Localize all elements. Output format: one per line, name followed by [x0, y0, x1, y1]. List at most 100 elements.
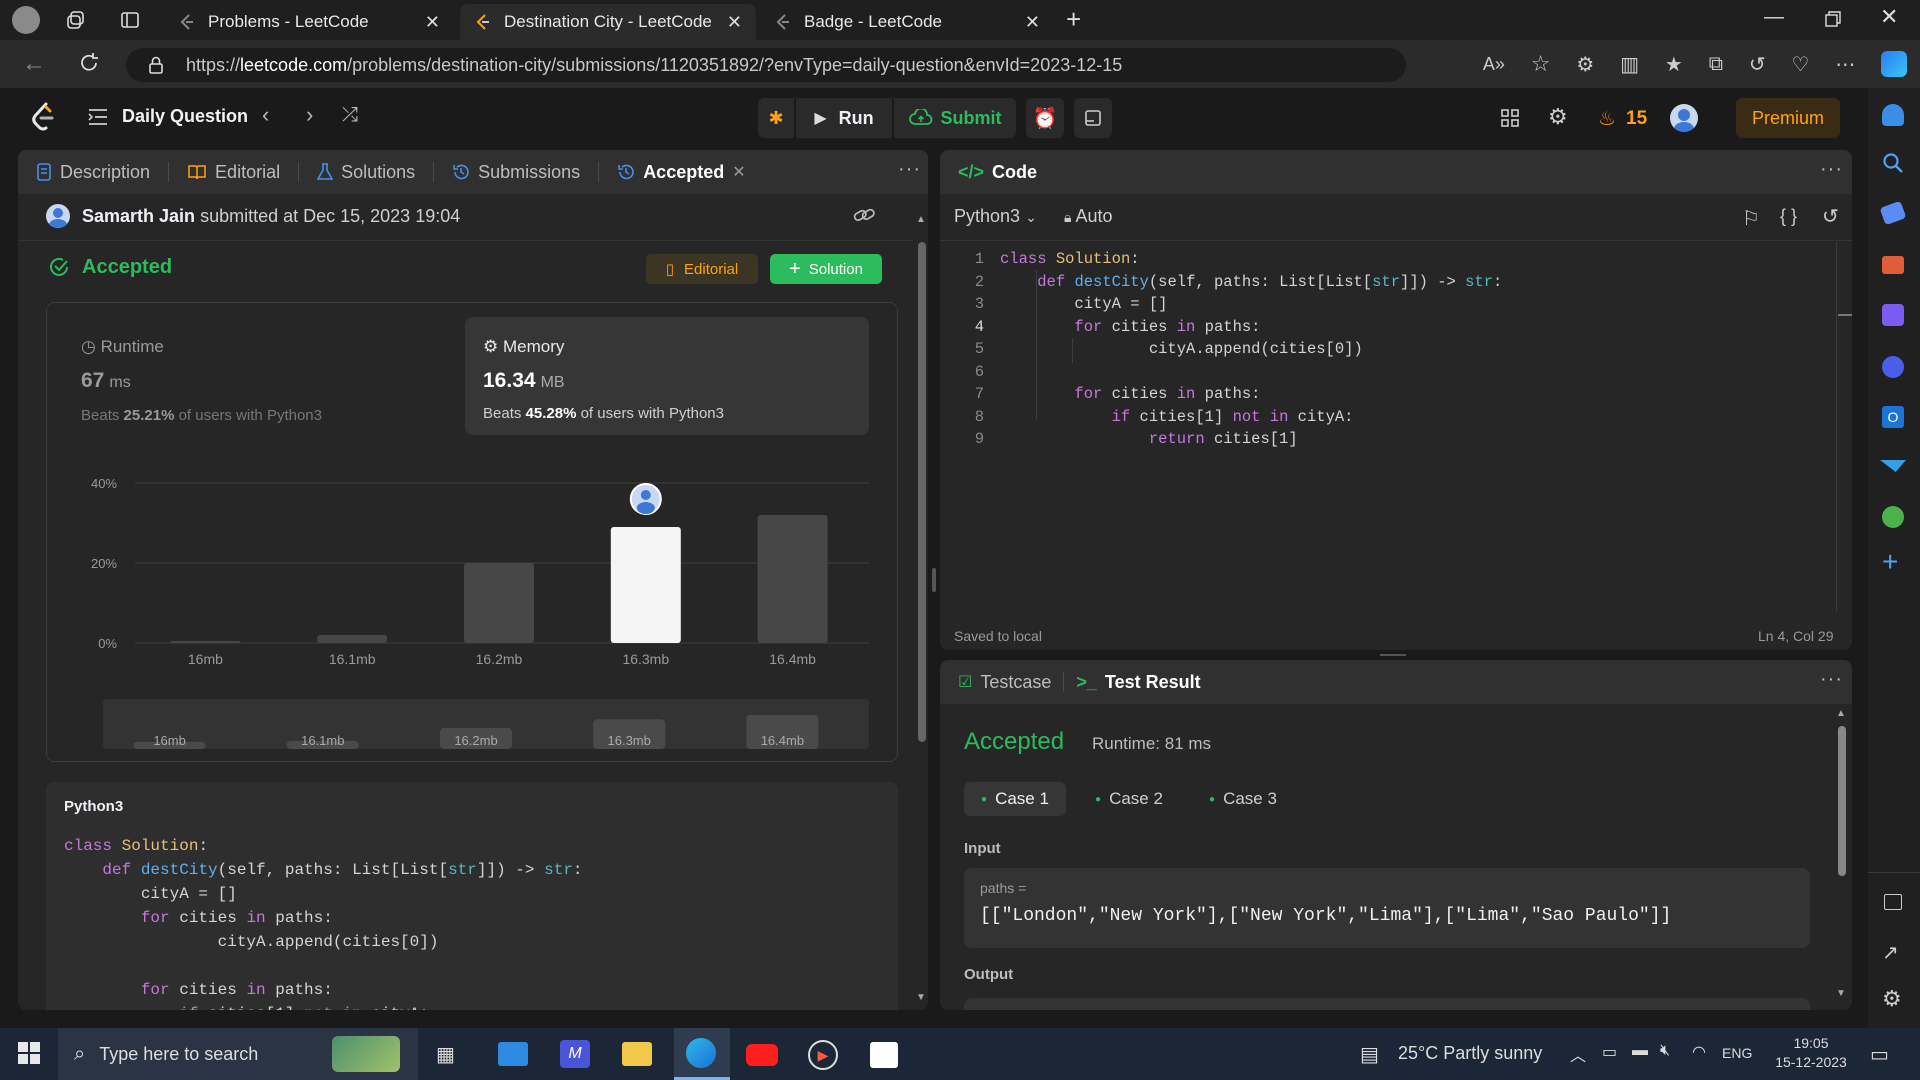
drop-icon[interactable]	[1882, 506, 1904, 528]
tray-overflow-icon[interactable]: ︿	[1570, 1042, 1586, 1066]
youtube-icon[interactable]	[746, 1044, 778, 1066]
edge-taskbar-button[interactable]	[674, 1028, 730, 1080]
layout-grid-icon[interactable]	[1500, 108, 1520, 128]
bookmark-icon[interactable]: ⚐	[1742, 206, 1760, 231]
chart-bar[interactable]	[170, 641, 241, 643]
weather-icon[interactable]: ▤	[1360, 1042, 1379, 1067]
streak-flame-icon[interactable]: ♨	[1598, 106, 1616, 131]
taskbar-search-box[interactable]: ⌕ Type here to search	[58, 1028, 418, 1080]
chart-bar[interactable]	[610, 527, 681, 643]
browser-tab-destination-city[interactable]: Destination City - LeetCode ✕	[460, 4, 756, 40]
test-panel-scrollbar[interactable]: ▲ ▼	[1834, 708, 1848, 1004]
settings-gear-icon[interactable]: ⚙	[1548, 104, 1568, 130]
timer-button[interactable]: ⏰	[1026, 98, 1064, 138]
debug-button[interactable]: ✱	[758, 98, 794, 138]
microsoft-365-icon[interactable]	[1882, 356, 1904, 378]
profile-avatar-icon[interactable]	[12, 6, 40, 34]
search-icon[interactable]	[1882, 152, 1904, 174]
shopping-tag-icon[interactable]	[1879, 200, 1907, 226]
case-tab-3[interactable]: ● Case 3	[1192, 782, 1294, 816]
submitter-avatar[interactable]	[46, 204, 70, 228]
problem-list-icon[interactable]	[88, 108, 108, 126]
open-external-icon[interactable]: ↗	[1882, 940, 1899, 965]
notes-button[interactable]	[1074, 98, 1112, 138]
streak-count[interactable]: 15	[1626, 108, 1647, 130]
windows-start-icon[interactable]	[18, 1042, 40, 1064]
restore-icon[interactable]	[1824, 10, 1842, 28]
post-solution-button[interactable]: + Solution	[770, 254, 882, 284]
case-tab-1[interactable]: ● Case 1	[964, 782, 1066, 816]
leetcode-logo-icon[interactable]	[30, 102, 56, 132]
math-app-icon[interactable]: M	[560, 1040, 590, 1068]
wifi-icon[interactable]: ◠	[1692, 1042, 1706, 1062]
test-panel-more-icon[interactable]: ···	[1820, 668, 1843, 691]
browser-tab-badge[interactable]: Badge - LeetCode ✕	[760, 4, 1054, 40]
close-window-icon[interactable]: ✕	[1880, 4, 1898, 30]
tab-solutions[interactable]: Solutions	[317, 162, 415, 183]
runtime-stat[interactable]: ◷ Runtime 67 ms Beats 25.21% of users wi…	[47, 303, 447, 433]
case-tab-2[interactable]: ● Case 2	[1078, 782, 1180, 816]
tab-editorial[interactable]: Editorial	[187, 162, 280, 183]
panel-more-icon[interactable]: ···	[898, 158, 921, 181]
left-panel-scrollbar[interactable]: ▲ ▼	[914, 194, 928, 1010]
vertical-resize-handle[interactable]	[1380, 654, 1406, 656]
workspaces-icon[interactable]	[66, 10, 86, 30]
chart-bar[interactable]	[317, 635, 388, 643]
editorial-button[interactable]: ▯ Editorial	[646, 254, 758, 284]
games-icon[interactable]	[1882, 304, 1904, 326]
lock-icon[interactable]	[148, 56, 164, 74]
notifications-icon[interactable]: ▭	[1870, 1042, 1889, 1067]
reset-code-icon[interactable]: ↺	[1822, 204, 1839, 229]
user-avatar[interactable]	[1670, 104, 1698, 132]
browser-essentials-icon[interactable]: ♡	[1791, 52, 1809, 77]
copilot-icon[interactable]	[1881, 51, 1908, 77]
send-icon[interactable]	[1880, 460, 1906, 472]
file-explorer-icon[interactable]	[622, 1042, 652, 1066]
store-icon[interactable]	[870, 1042, 898, 1068]
tab-submissions[interactable]: Submissions	[452, 162, 580, 183]
notification-bell-icon[interactable]	[1882, 104, 1904, 126]
tab-code[interactable]: </> Code	[958, 162, 1037, 183]
split-screen-icon[interactable]: ▥	[1620, 52, 1639, 77]
input-box[interactable]: paths = [["London","New York"],["New Yor…	[964, 868, 1810, 948]
share-link-icon[interactable]	[852, 204, 876, 226]
tab-test-result[interactable]: >_ Test Result	[1076, 672, 1200, 693]
battery-icon[interactable]: ▬	[1632, 1042, 1648, 1060]
tools-icon[interactable]	[1882, 256, 1904, 274]
favorites-icon[interactable]: ★	[1665, 52, 1683, 77]
browser-tab-problems[interactable]: Problems - LeetCode ✕	[164, 4, 454, 40]
submit-button[interactable]: Submit	[894, 98, 1016, 138]
collections-icon[interactable]: ⧉	[1709, 53, 1723, 76]
clock[interactable]: 19:05 15-12-2023	[1766, 1034, 1856, 1072]
premium-button[interactable]: Premium	[1736, 98, 1840, 138]
close-tab-icon[interactable]: ✕	[1025, 12, 1040, 33]
memory-stat[interactable]: ⚙ Memory 16.34 MB Beats 45.28% of users …	[465, 317, 869, 435]
back-icon[interactable]: ←	[22, 50, 46, 78]
language-select[interactable]: Python3 ⌄	[954, 206, 1037, 227]
more-menu-icon[interactable]: ⋯	[1835, 52, 1855, 77]
outlook-icon[interactable]: O	[1882, 406, 1904, 428]
add-sidebar-app-icon[interactable]: +	[1882, 546, 1898, 578]
code-editor[interactable]: 1 2 3 4 5 6 7 8 9 class Solution: def de…	[940, 248, 1840, 468]
tab-testcase[interactable]: ☑ Testcase	[958, 672, 1051, 693]
new-tab-icon[interactable]: +	[1066, 4, 1081, 35]
prev-problem-icon[interactable]: ‹	[262, 102, 269, 128]
close-tab-icon[interactable]: ✕	[727, 12, 742, 33]
chart-bar[interactable]	[464, 563, 534, 643]
display-icon[interactable]: ▭	[1602, 1042, 1617, 1062]
panel-resize-handle[interactable]	[932, 568, 936, 592]
code-panel-more-icon[interactable]: ···	[1820, 158, 1843, 181]
submitter-name[interactable]: Samarth Jain	[82, 206, 195, 226]
refresh-icon[interactable]	[78, 52, 100, 74]
editor-scrollbar-track[interactable]	[1836, 242, 1837, 612]
volume-muted-icon[interactable]: 🔇︎	[1660, 1042, 1670, 1060]
favorite-star-icon[interactable]: ☆	[1531, 51, 1551, 77]
format-code-icon[interactable]: { }	[1780, 206, 1797, 227]
chart-range-overview[interactable]: 16mb 16.1mb 16.2mb 16.3mb 16.4mb	[103, 699, 869, 749]
tab-description[interactable]: Description	[36, 162, 150, 183]
extensions-icon[interactable]: ⚙	[1576, 52, 1594, 77]
input-language[interactable]: ENG	[1722, 1045, 1752, 1061]
next-problem-icon[interactable]: ›	[306, 102, 313, 128]
url-field[interactable]: https://leetcode.com/problems/destinatio…	[126, 48, 1406, 82]
run-button[interactable]: ▶ Run	[796, 98, 892, 138]
